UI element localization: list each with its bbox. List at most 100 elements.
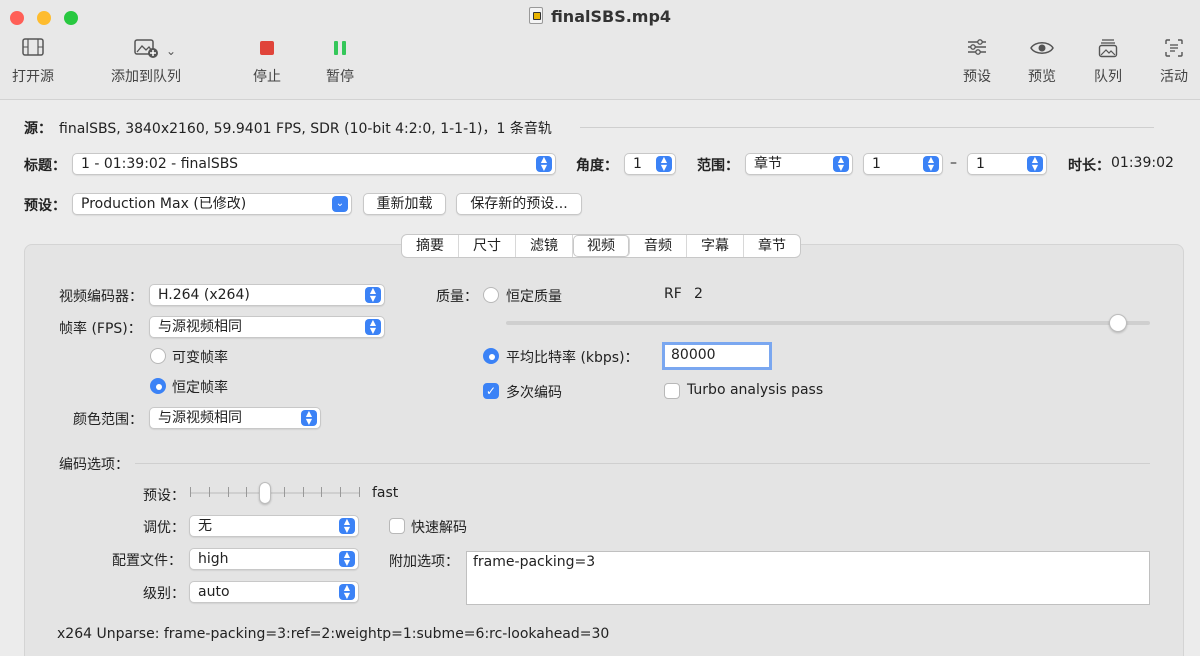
activity-button[interactable]: 活动: [1154, 38, 1194, 86]
profile-value: high: [198, 551, 229, 567]
preset-label: 预设：: [24, 198, 66, 214]
extra-options-input[interactable]: frame-packing=3: [466, 551, 1150, 605]
sliders-icon: [957, 38, 997, 64]
chevron-down-icon[interactable]: ⌄: [166, 44, 176, 58]
updown-chevron-icon: ▲ ▼: [1027, 156, 1043, 172]
avg-bitrate-radio[interactable]: [483, 348, 499, 364]
tune-select[interactable]: 无 ▲ ▼: [189, 515, 359, 537]
queue-button[interactable]: 队列: [1088, 38, 1128, 86]
range-to-value: 1: [976, 156, 985, 172]
updown-chevron-icon: ▲ ▼: [365, 319, 381, 335]
encoder-preset-value: fast: [372, 485, 399, 501]
video-encoder-select[interactable]: H.264 (x264) ▲ ▼: [149, 284, 385, 306]
range-type-select[interactable]: 章节 ▲ ▼: [745, 153, 853, 175]
range-label: 范围：: [697, 158, 739, 174]
encoder-preset-ticks: [190, 487, 360, 499]
updown-chevron-icon: ▲ ▼: [833, 156, 849, 172]
profile-select[interactable]: high ▲ ▼: [189, 548, 359, 570]
preview-button[interactable]: 预览: [1022, 38, 1062, 86]
updown-chevron-icon: ▲ ▼: [365, 287, 381, 303]
avg-bitrate-label: 平均比特率 (kbps)：: [506, 350, 639, 366]
activity-log-icon: [1154, 38, 1194, 64]
document-icon: [528, 7, 543, 24]
rf-value: 2: [694, 286, 703, 302]
duration-label: 时长：: [1068, 158, 1110, 174]
updown-chevron-icon: ▲ ▼: [339, 518, 355, 534]
constant-quality-label: 恒定质量: [506, 289, 562, 305]
activity-label: 活动: [1160, 69, 1188, 85]
preset-select[interactable]: Production Max (已修改) ⌄: [72, 193, 352, 215]
save-new-preset-button[interactable]: 保存新的预设...: [456, 193, 582, 215]
duration-value: 01:39:02: [1111, 155, 1174, 171]
tab-video[interactable]: 视频: [573, 235, 630, 257]
updown-chevron-icon: ▲ ▼: [923, 156, 939, 172]
pause-icon: [320, 38, 360, 64]
range-to-select[interactable]: 1 ▲ ▼: [967, 153, 1047, 175]
presets-label: 预设: [963, 69, 991, 85]
updown-chevron-icon: ▲ ▼: [301, 410, 317, 426]
queue-label: 队列: [1094, 69, 1122, 85]
video-encoder-label: 视频编码器：: [59, 289, 143, 305]
x264-unparse-text: x264 Unparse: frame-packing=3:ref=2:weig…: [57, 626, 610, 642]
updown-chevron-icon: ▲ ▼: [536, 156, 552, 172]
source-label: 源：: [24, 121, 52, 137]
fast-decode-label: 快速解码: [411, 520, 467, 536]
turbo-checkbox[interactable]: [664, 383, 680, 399]
encoder-options-label: 编码选项：: [59, 457, 129, 473]
separator: [580, 127, 1154, 128]
color-range-label: 颜色范围：: [73, 412, 143, 428]
range-from-select[interactable]: 1 ▲ ▼: [863, 153, 943, 175]
presets-button[interactable]: 预设: [957, 38, 997, 86]
constant-quality-radio[interactable]: [483, 287, 499, 303]
preview-label: 预览: [1028, 69, 1056, 85]
stop-icon: [247, 38, 287, 64]
photo-stack-icon: [1088, 38, 1128, 64]
eye-icon: [1022, 38, 1062, 64]
color-range-value: 与源视频相同: [158, 410, 242, 426]
title-bar: finalSBS.mp4 打开源 添加到队列 ⌄ 停止 暂停 预设 预览 队列 …: [0, 0, 1200, 100]
rf-slider-track[interactable]: [506, 321, 1150, 325]
title-select-value: 1 - 01:39:02 - finalSBS: [81, 156, 238, 172]
tab-filters[interactable]: 滤镜: [516, 235, 573, 257]
constant-fps-label: 恒定帧率: [172, 380, 228, 396]
framerate-label: 帧率 (FPS)：: [59, 321, 142, 337]
tab-summary[interactable]: 摘要: [402, 235, 459, 257]
angle-label: 角度：: [576, 158, 618, 174]
encoder-preset-slider-knob[interactable]: [259, 482, 271, 504]
tune-value: 无: [198, 518, 212, 534]
fast-decode-checkbox[interactable]: [389, 518, 405, 534]
tab-bar: 摘要 尺寸 滤镜 视频 音频 字幕 章节: [401, 234, 801, 258]
rf-slider-knob[interactable]: [1108, 314, 1127, 332]
level-select[interactable]: auto ▲ ▼: [189, 581, 359, 603]
constant-fps-radio[interactable]: [150, 378, 166, 394]
open-source-button[interactable]: 打开源: [8, 38, 58, 86]
color-range-select[interactable]: 与源视频相同 ▲ ▼: [149, 407, 321, 429]
tab-dimensions[interactable]: 尺寸: [459, 235, 516, 257]
multipass-checkbox[interactable]: ✓: [483, 383, 499, 399]
avg-bitrate-input[interactable]: 80000: [662, 342, 772, 370]
level-value: auto: [198, 584, 230, 600]
tab-audio[interactable]: 音频: [630, 235, 687, 257]
chevron-down-icon: ⌄: [332, 196, 348, 212]
range-type-value: 章节: [754, 156, 782, 172]
framerate-select[interactable]: 与源视频相同 ▲ ▼: [149, 316, 385, 338]
tab-subtitles[interactable]: 字幕: [687, 235, 744, 257]
variable-fps-label: 可变帧率: [172, 350, 228, 366]
tab-chapters[interactable]: 章节: [744, 235, 800, 257]
reload-preset-button[interactable]: 重新加载: [363, 193, 446, 215]
title-select[interactable]: 1 - 01:39:02 - finalSBS ▲ ▼: [72, 153, 556, 175]
tune-label: 调优：: [143, 520, 185, 536]
stop-button[interactable]: 停止: [247, 38, 287, 86]
angle-select[interactable]: 1 ▲ ▼: [624, 153, 676, 175]
separator: [135, 463, 1150, 464]
quality-label: 质量：: [436, 289, 478, 305]
film-icon: [8, 38, 58, 64]
variable-fps-radio[interactable]: [150, 348, 166, 364]
pause-label: 暂停: [326, 69, 354, 85]
title-label: 标题：: [24, 158, 66, 174]
updown-chevron-icon: ▲ ▼: [339, 551, 355, 567]
framerate-value: 与源视频相同: [158, 319, 242, 335]
preset-select-value: Production Max (已修改): [81, 196, 247, 212]
pause-button[interactable]: 暂停: [320, 38, 360, 86]
rf-label: RF: [664, 286, 682, 302]
